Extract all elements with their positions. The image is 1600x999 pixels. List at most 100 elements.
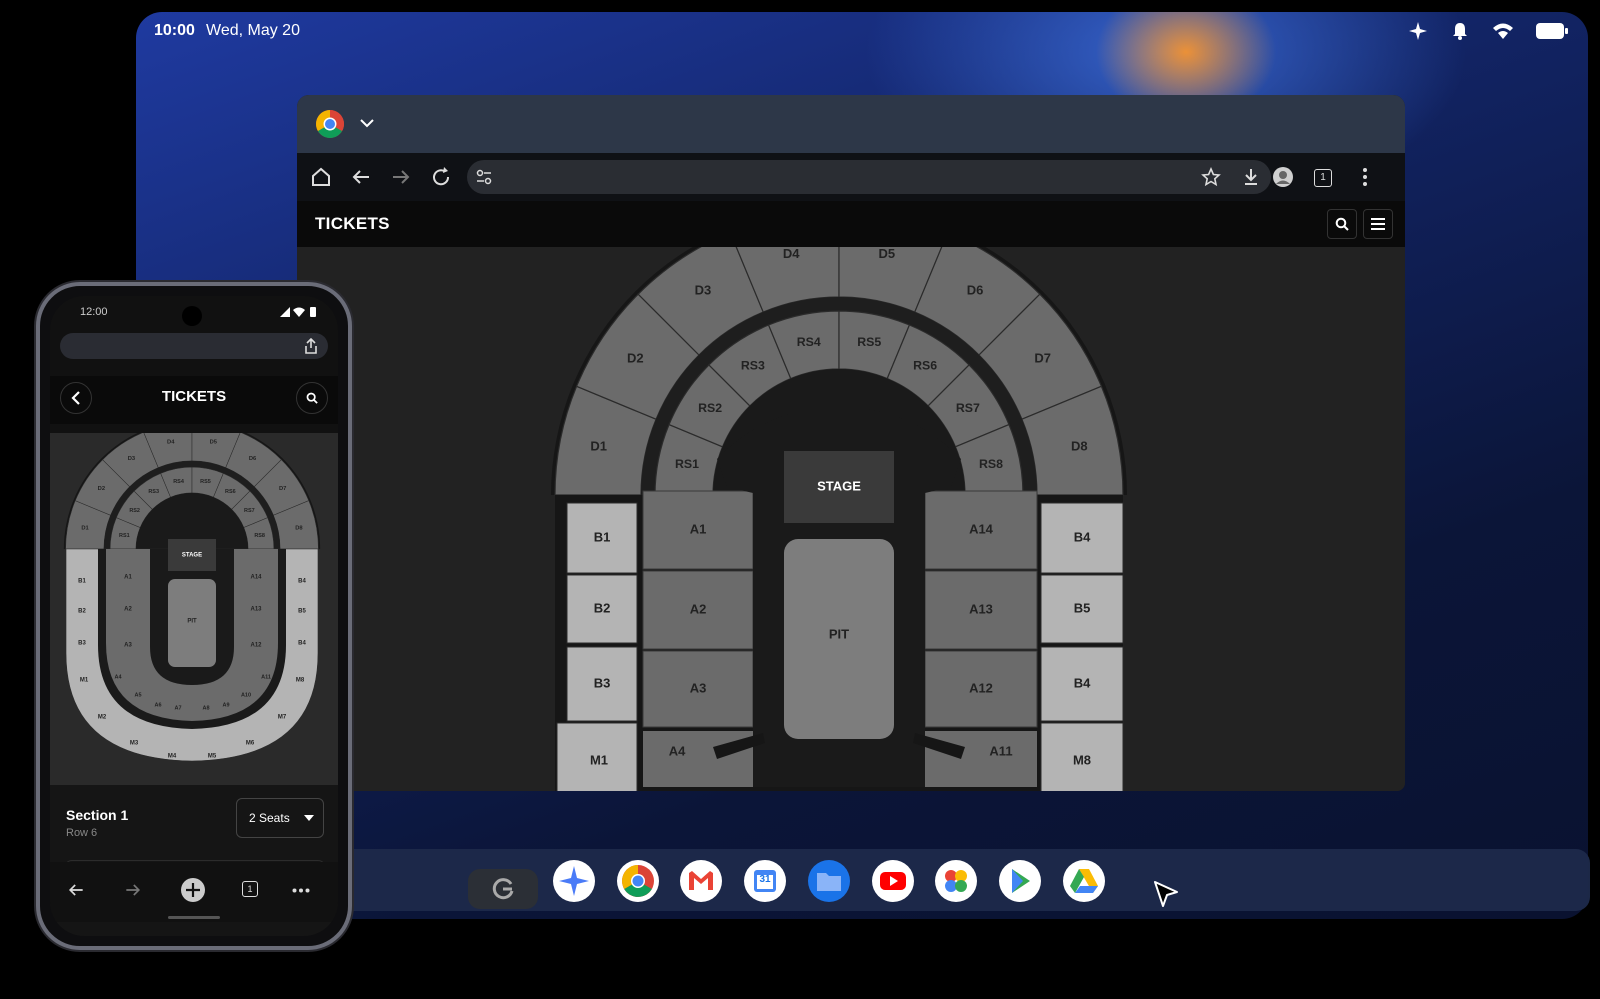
seat-map-area: D1 D2 D3 D4 D5 D6 D7 D8 RS1 RS2 RS3 RS4 RS5 RS6 RS7 RS8…: [297, 207, 1405, 791]
section-label: Section 1: [66, 807, 129, 823]
more-horizontal-icon[interactable]: [292, 888, 310, 893]
section-label-text: B4: [298, 641, 306, 647]
section-label-text: B4: [1074, 529, 1091, 544]
more-menu-icon[interactable]: [1353, 165, 1377, 189]
section-label-text: PIT: [829, 626, 849, 641]
section-label-text: A12: [969, 680, 993, 695]
play-store-icon: [1012, 869, 1030, 893]
new-tab-plus-icon[interactable]: [180, 877, 206, 903]
section-label-text: M1: [590, 752, 608, 767]
profile-avatar-icon[interactable]: [1271, 165, 1295, 189]
status-date: Wed, May 20: [206, 22, 300, 39]
section-label-text: M8: [1073, 752, 1091, 767]
site-header: TICKETS: [297, 201, 1405, 247]
chrome-icon: [622, 865, 654, 897]
gemini-icon: [559, 866, 589, 896]
section-label-text: M1: [80, 678, 89, 684]
section-label-text: D4: [167, 440, 175, 446]
sparkle-icon: [1409, 22, 1427, 40]
notification-bell-icon: [1453, 23, 1467, 40]
back-arrow-icon[interactable]: [349, 165, 373, 189]
section-label-text: M4: [168, 754, 177, 760]
section-label-text: STAGE: [817, 478, 861, 493]
section-label-text: RS3: [148, 489, 159, 495]
back-arrow-icon[interactable]: [66, 880, 86, 900]
reload-icon[interactable]: [429, 165, 453, 189]
section-label-text: A11: [989, 743, 1012, 758]
section-label-text: RS4: [797, 335, 821, 349]
section-label-text: A2: [124, 607, 132, 613]
section-label-text: A1: [690, 521, 707, 536]
forward-arrow-icon[interactable]: [123, 880, 143, 900]
section-label-text: A8: [202, 705, 209, 711]
section-label-text: A13: [969, 601, 993, 616]
section-label-text: RS1: [675, 457, 699, 471]
google-search-launcher[interactable]: [468, 869, 538, 909]
section-label-text: M7: [278, 715, 287, 721]
phone-seat-map: D1 D2 D3 D4 D5 D6 D7 D8 RS1 RS2 RS3 RS4 RS5 RS6 RS7 RS8…: [63, 420, 321, 762]
section-label-text: B5: [1074, 600, 1091, 615]
phone-seat-map-area: D1 D2 D3 D4 D5 D6 D7 D8 RS1 RS2 RS3 RS4 RS5 RS6 RS7 RS8…: [50, 420, 338, 785]
section-label-text: D8: [1071, 439, 1088, 454]
section-label-text: A9: [222, 702, 229, 708]
browser-tabstrip: [297, 95, 1405, 153]
status-time: 10:00: [154, 22, 195, 39]
phone-camera: [182, 306, 202, 326]
chrome-logo-icon[interactable]: [315, 109, 345, 139]
tab-dropdown-chevron-icon[interactable]: [359, 117, 375, 129]
section-label-text: RS5: [200, 479, 211, 485]
dock-app-gemini[interactable]: [553, 860, 595, 902]
site-search-button[interactable]: [1327, 209, 1357, 239]
files-icon: [817, 873, 841, 891]
dock-app-photos[interactable]: [935, 860, 977, 902]
browser-window: 1 TICKETS D1 D2 D3 D4 D5 D6 D7 D8 RS1 RS2 RS3 RS4 RS…: [297, 95, 1405, 791]
tab-switcher-button[interactable]: 1: [1314, 169, 1332, 187]
section-label-text: B2: [594, 600, 611, 615]
section-label-text: A13: [250, 607, 262, 613]
section-label-text: B1: [594, 529, 611, 544]
dock-app-play-store[interactable]: [999, 860, 1041, 902]
battery-icon: [1536, 23, 1568, 39]
phone-address-bar[interactable]: [60, 333, 328, 359]
phone-bottom-toolbar: 1: [50, 862, 338, 922]
section-label-text: RS1: [119, 533, 130, 539]
phone-search-button[interactable]: [296, 382, 328, 414]
section-label-text: A5: [134, 692, 141, 698]
section-label-text: A4: [114, 674, 122, 680]
dock-app-files[interactable]: [808, 860, 850, 902]
dock-app-chrome[interactable]: [617, 860, 659, 902]
dock-app-calendar[interactable]: 31: [744, 860, 786, 902]
download-icon[interactable]: [1241, 167, 1261, 187]
section-label-text: B4: [298, 579, 306, 585]
section-label-text: D3: [128, 456, 135, 462]
section-label-text: M3: [130, 741, 139, 747]
section-label-text: D1: [590, 439, 607, 454]
section-label-text: PIT: [187, 619, 197, 625]
phone-device: 12:00 TICKETS D1 D2 D3 D4 D5 D6 D7 D8 RS1 RS2 RS3 R…: [36, 282, 352, 950]
section-label-text: RS2: [129, 508, 140, 514]
site-menu-button[interactable]: [1363, 209, 1393, 239]
section-label-text: A14: [969, 521, 994, 536]
site-settings-icon[interactable]: [475, 168, 493, 186]
seats-dropdown[interactable]: 2 Seats: [236, 798, 324, 838]
share-icon[interactable]: [304, 338, 318, 354]
section-label-text: M5: [208, 754, 217, 760]
bookmark-star-icon[interactable]: [1201, 167, 1221, 187]
section-label-text: D3: [695, 283, 712, 298]
section-label-text: D8: [295, 525, 303, 531]
hamburger-menu-icon: [1371, 218, 1385, 230]
section-label-text: A7: [174, 705, 181, 711]
section-label-text: D5: [878, 247, 895, 261]
address-bar[interactable]: [467, 160, 1271, 194]
row-label: Row 6: [66, 827, 98, 839]
phone-screen: 12:00 TICKETS D1 D2 D3 D4 D5 D6 D7 D8 RS1 RS2 RS3 R…: [50, 296, 338, 936]
dock-app-gmail[interactable]: [680, 860, 722, 902]
section-label-text: A3: [124, 643, 132, 649]
phone-tab-switcher[interactable]: 1: [242, 881, 258, 897]
section-label-text: D7: [279, 486, 286, 492]
home-icon[interactable]: [309, 165, 333, 189]
forward-arrow-icon[interactable]: [389, 165, 413, 189]
section-label-text: D7: [1034, 350, 1051, 365]
dock-app-youtube[interactable]: [872, 860, 914, 902]
dock-app-drive[interactable]: [1063, 860, 1105, 902]
